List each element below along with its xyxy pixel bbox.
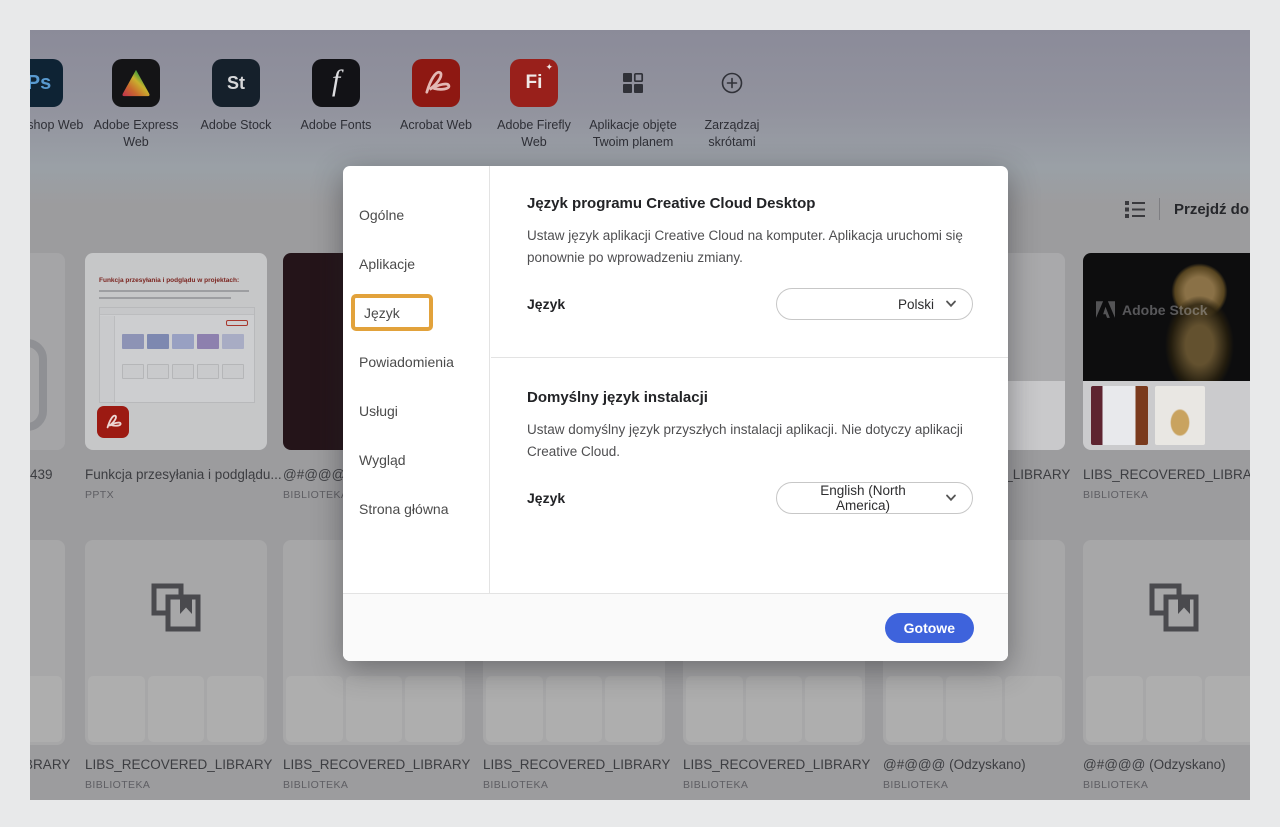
grid-card-pptx-document[interactable]: Funkcja przesyłania i podglądu w projekt… — [85, 253, 267, 450]
toolbar-divider — [1159, 198, 1160, 220]
app-language-value: Polski — [898, 297, 934, 312]
app-label: Photoshop Web — [30, 117, 83, 134]
sidebar-item-language[interactable]: Język — [351, 294, 433, 331]
app-tile-adobe-express-web[interactable]: Adobe Express Web — [86, 59, 186, 151]
firefly-star: ✦ — [545, 62, 553, 73]
firefly-icon: Fi ✦ — [510, 59, 558, 107]
library-icon — [150, 582, 202, 634]
card-title: @#@@@ (Odzyskano) — [1083, 757, 1250, 772]
grid-card-file-partial[interactable] — [30, 253, 65, 450]
language-field-label: Język — [527, 296, 565, 312]
doc-text-line — [99, 297, 231, 299]
acrobat-pdf-icon — [97, 406, 129, 438]
firefly-abbr: Fi — [526, 72, 543, 94]
sidebar-item-apps[interactable]: Aplikacje — [359, 239, 489, 288]
card-title: LIBS_RECOVERED_LIBRARY — [85, 757, 283, 772]
adobe-stock-watermark: Adobe Stock — [1096, 301, 1208, 318]
grid-card-library[interactable] — [85, 540, 267, 745]
library-icon — [1148, 582, 1200, 634]
card-subtitle: BIBLIOTEKA — [883, 779, 1065, 791]
app-tile-manage-shortcuts[interactable]: Zarządzaj skrótami — [682, 59, 782, 151]
app-tile-acrobat-web[interactable]: Acrobat Web — [386, 59, 486, 134]
lion-stock-photo: Adobe Stock — [1083, 253, 1250, 381]
library-items-strip — [1083, 381, 1250, 450]
plus-circle-icon — [708, 59, 756, 107]
app-language-section: Język programu Creative Cloud Desktop Us… — [491, 166, 1008, 357]
card-subtitle: BIBLIOTEKA — [683, 779, 865, 791]
acrobat-icon — [412, 59, 460, 107]
grid-card-lion-library[interactable]: Adobe Stock — [1083, 253, 1250, 450]
sidebar-item-general[interactable]: Ogólne — [359, 190, 489, 239]
doc-screenshot — [99, 307, 255, 403]
app-tile-apps-in-plan[interactable]: Aplikacje objęte Twoim planem — [583, 59, 683, 151]
mini-thumb-website — [1091, 386, 1148, 445]
card-subtitle: BIBLIOTEKA — [283, 779, 465, 791]
app-label: Acrobat Web — [400, 117, 472, 134]
card-title: LIBS_RECOVERED_LIBRARY — [283, 757, 481, 772]
section-title: Język programu Creative Cloud Desktop — [527, 195, 973, 212]
go-to-link[interactable]: Przejdź do — [1174, 201, 1249, 218]
card-title: LIBS_RECOVERED_LIBRARY — [683, 757, 881, 772]
app-label: Adobe Stock — [201, 117, 272, 134]
card-title: LIBS_RECOVERED_LIBRARY — [483, 757, 681, 772]
install-language-value: English (North America) — [792, 483, 934, 513]
adobe-express-icon — [112, 59, 160, 107]
screenshot-frame: Ps Photoshop Web Adobe Express Web St Ad… — [0, 0, 1280, 827]
sidebar-item-home[interactable]: Strona główna — [359, 484, 489, 533]
app-label: Adobe Firefly Web — [484, 117, 584, 151]
chevron-down-icon — [945, 494, 957, 502]
settings-dialog: Ogólne Aplikacje Język Powiadomienia Usł… — [343, 166, 1008, 661]
dialog-footer: Gotowe — [343, 593, 1008, 661]
grid-card-library[interactable] — [1083, 540, 1250, 745]
card-subtitle: BIBLIOTEKA — [483, 779, 665, 791]
card-subtitle: PPTX — [85, 489, 267, 501]
card-title: Funkcja przesyłania i podglądu... — [85, 467, 283, 482]
photoshop-icon: Ps — [30, 59, 63, 107]
install-language-dropdown[interactable]: English (North America) — [776, 482, 973, 514]
card-subtitle: BIBLIOTEKA — [85, 779, 267, 791]
adobe-stock-icon: St — [212, 59, 260, 107]
apps-grid-icon — [609, 59, 657, 107]
app-tile-photoshop-web[interactable]: Ps Photoshop Web — [30, 59, 89, 134]
file-outline-icon — [30, 339, 47, 431]
language-field-label: Język — [527, 490, 565, 506]
card-title: @#@@@ (Odzyskano) — [883, 757, 1081, 772]
settings-content: Język programu Creative Cloud Desktop Us… — [491, 166, 1008, 593]
adobe-logo-icon — [1096, 301, 1115, 318]
grid-card-library[interactable] — [30, 540, 65, 745]
app-language-dropdown[interactable]: Polski — [776, 288, 973, 320]
sidebar-item-appearance[interactable]: Wygląd — [359, 435, 489, 484]
app-tile-adobe-fonts[interactable]: f Adobe Fonts — [286, 59, 386, 134]
card-subtitle: BIBLIOTEKA — [1083, 779, 1250, 791]
creative-cloud-app: Ps Photoshop Web Adobe Express Web St Ad… — [30, 30, 1250, 800]
app-label: Aplikacje objęte Twoim planem — [583, 117, 683, 151]
list-view-icon[interactable] — [1125, 201, 1145, 218]
install-language-section: Domyślny język instalacji Ustaw domyślny… — [491, 357, 1008, 593]
settings-sidebar: Ogólne Aplikacje Język Powiadomienia Usł… — [343, 166, 490, 593]
mini-thumb-lion-cub — [1155, 386, 1205, 445]
library-toolbar: Przejdź do — [1125, 196, 1249, 222]
sidebar-item-language-label: Język — [364, 305, 400, 321]
app-tile-adobe-stock[interactable]: St Adobe Stock — [186, 59, 286, 134]
sidebar-item-notifications[interactable]: Powiadomienia — [359, 337, 489, 386]
doc-text-line — [99, 290, 249, 292]
card-title: LIBS_RECOVERED_LIBRARY — [1083, 467, 1250, 482]
app-label: Zarządzaj skrótami — [682, 117, 782, 151]
section-description: Ustaw domyślny język przyszłych instalac… — [527, 419, 972, 463]
section-description: Ustaw język aplikacji Creative Cloud na … — [527, 225, 972, 269]
card-title: LIBS_RECOVERED_LIBRARY — [30, 757, 81, 772]
doc-thumbnail-title: Funkcja przesyłania i podglądu w projekt… — [99, 277, 255, 285]
chevron-down-icon — [945, 300, 957, 308]
card-subtitle: BIBLIOTEKA — [1083, 489, 1250, 501]
section-title: Domyślny język instalacji — [527, 389, 973, 406]
done-button[interactable]: Gotowe — [885, 613, 974, 643]
app-label: Adobe Fonts — [301, 117, 372, 134]
app-tile-adobe-firefly-web[interactable]: Fi ✦ Adobe Firefly Web — [484, 59, 584, 151]
sidebar-item-services[interactable]: Usługi — [359, 386, 489, 435]
adobe-fonts-icon: f — [312, 59, 360, 107]
app-label: Adobe Express Web — [86, 117, 186, 151]
